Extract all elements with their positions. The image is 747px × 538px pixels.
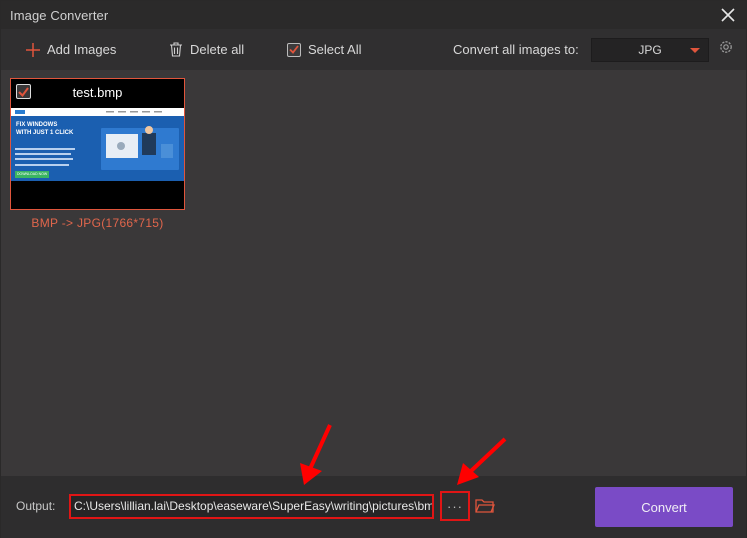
toolbar: Add Images Delete all Select All Convert… — [1, 29, 746, 70]
caret-down-icon — [690, 48, 700, 53]
close-button[interactable] — [718, 5, 738, 25]
thumb-subline: WITH JUST 1 CLICK — [16, 130, 74, 136]
image-converter-window: Image Converter Add Images Delete all Se… — [0, 0, 747, 538]
delete-all-label: Delete all — [190, 42, 245, 57]
image-thumbnail-card[interactable]: test.bmp FIX WINDOWS WITH JUST 1 CLICK D… — [10, 78, 185, 210]
output-label: Output: — [16, 499, 56, 513]
output-format-select[interactable]: JPG — [591, 38, 709, 62]
window-title: Image Converter — [10, 7, 109, 23]
format-value: JPG — [638, 43, 662, 57]
browse-more-button[interactable]: ··· — [440, 491, 470, 521]
convert-button[interactable]: Convert — [595, 487, 733, 527]
output-path-field[interactable]: C:\Users\lillian.lai\Desktop\easeware\Su… — [69, 494, 434, 519]
open-folder-button[interactable] — [475, 498, 495, 514]
settings-button[interactable] — [718, 39, 734, 55]
title-bar: Image Converter — [1, 1, 746, 29]
add-images-button[interactable]: Add Images — [26, 29, 116, 70]
trash-icon — [169, 42, 183, 57]
thumb-button-text: DOWNLOAD NOW — [17, 172, 48, 176]
image-conversion-caption: BMP -> JPG(1766*715) — [31, 216, 164, 230]
add-images-label: Add Images — [47, 42, 117, 57]
select-all-label: Select All — [308, 42, 362, 57]
image-filename: test.bmp — [72, 85, 123, 100]
close-icon — [721, 8, 735, 22]
convert-all-label: Convert all images to: — [453, 42, 579, 57]
select-all-checkbox[interactable]: Select All — [287, 29, 361, 70]
checkbox-icon — [287, 42, 301, 57]
image-preview: FIX WINDOWS WITH JUST 1 CLICK DOWNLOAD N… — [11, 108, 184, 181]
image-list-area: test.bmp FIX WINDOWS WITH JUST 1 CLICK D… — [1, 70, 746, 476]
plus-icon — [26, 42, 40, 57]
delete-all-button[interactable]: Delete all — [169, 29, 244, 70]
gear-icon — [720, 41, 732, 53]
thumb-headline: FIX WINDOWS — [16, 122, 58, 128]
bottom-bar: Output: C:\Users\lillian.lai\Desktop\eas… — [1, 476, 746, 538]
folder-icon — [475, 499, 495, 513]
